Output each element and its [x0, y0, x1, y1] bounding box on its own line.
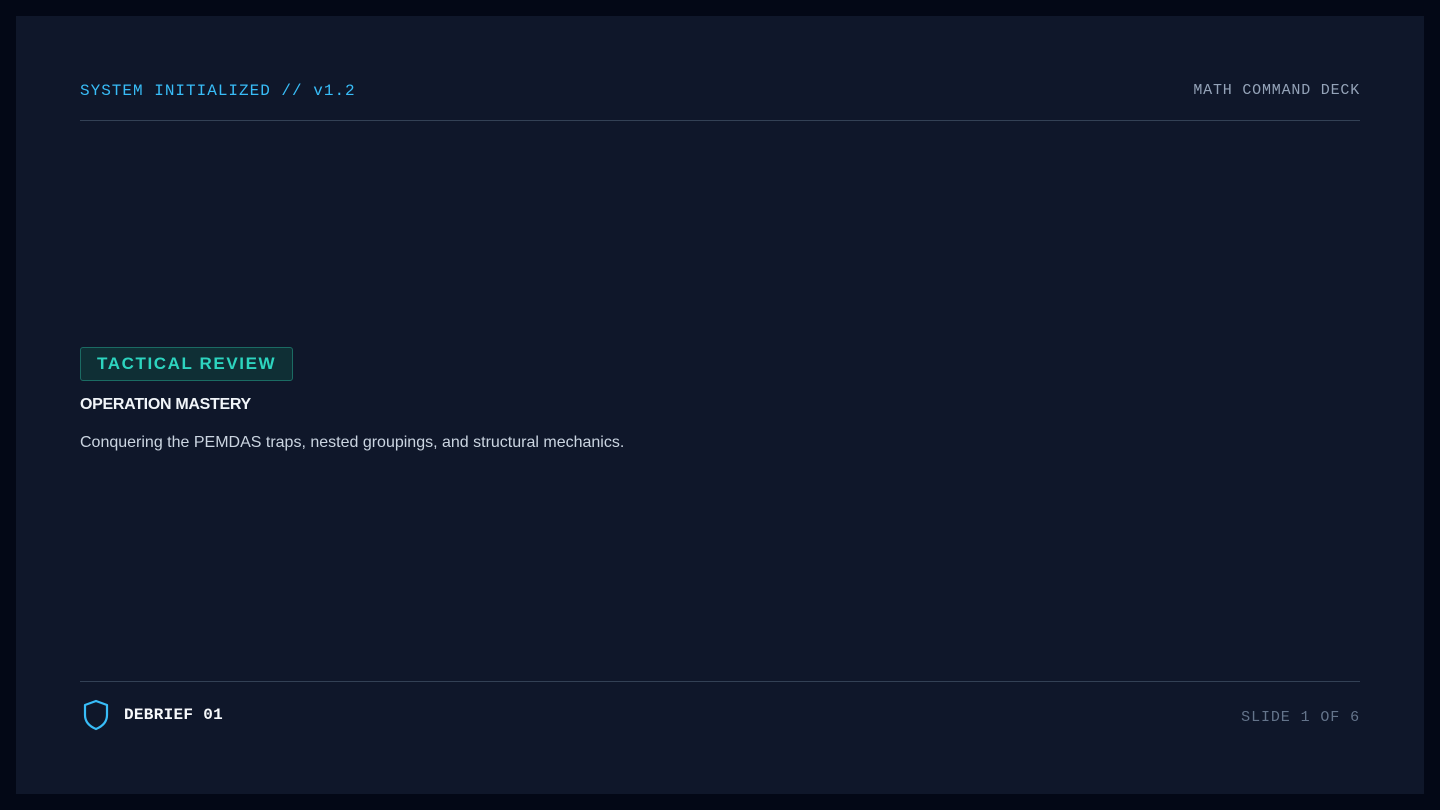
header: SYSTEM INITIALIZED // v1.2 MATH COMMAND … — [80, 16, 1360, 121]
shield-icon — [83, 699, 109, 731]
slide-counter: SLIDE 1 OF 6 — [1241, 709, 1360, 726]
debrief-label: DEBRIEF 01 — [124, 706, 224, 724]
section-badge: TACTICAL REVIEW — [80, 347, 294, 381]
footer: DEBRIEF 01 SLIDE 1 OF 6 — [80, 681, 1360, 742]
slide-subtitle: Conquering the PEMDAS traps, nested grou… — [80, 434, 625, 451]
slide-title: OPERATION MASTERY — [80, 396, 251, 413]
system-status: SYSTEM INITIALIZED // v1.2 — [80, 82, 356, 100]
slide-content: TACTICAL REVIEW OPERATION MASTERY Conque… — [80, 347, 1080, 453]
deck-name: MATH COMMAND DECK — [1193, 82, 1360, 99]
slide-frame: SYSTEM INITIALIZED // v1.2 MATH COMMAND … — [16, 16, 1424, 794]
footer-brand: DEBRIEF 01 — [80, 698, 223, 732]
